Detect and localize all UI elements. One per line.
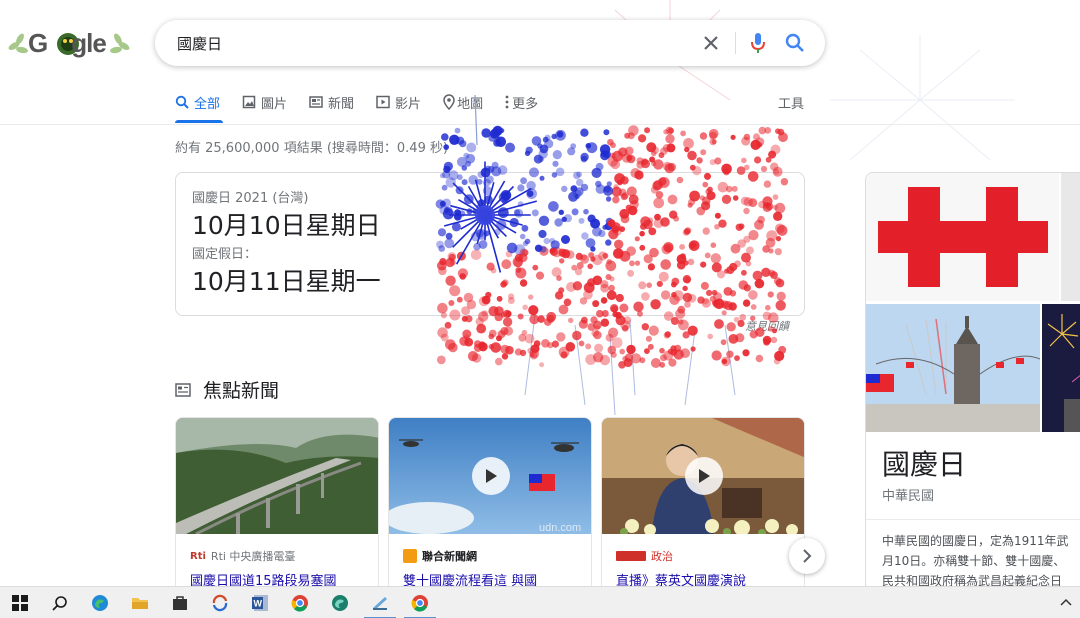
watermark-text: udn.com xyxy=(539,522,581,534)
map-pin-icon xyxy=(443,94,455,110)
search-icon xyxy=(52,595,67,611)
kp-image-double-ten[interactable] xyxy=(866,173,1059,301)
chrome-icon xyxy=(411,594,428,611)
kp-desc-line: 月10日。亦稱雙十節、雙十國慶、 xyxy=(882,554,1066,568)
more-vert-icon xyxy=(505,95,509,109)
kp-image-partial[interactable] xyxy=(1061,173,1080,301)
kp-image-fireworks[interactable] xyxy=(1042,304,1080,432)
sync-icon xyxy=(212,594,228,611)
taskbar-chrome[interactable] xyxy=(280,587,320,618)
news-source: 政治 xyxy=(616,548,673,564)
carousel-next-button[interactable] xyxy=(789,538,825,574)
udn-logo-icon xyxy=(403,549,417,563)
tab-images[interactable]: 圖片 xyxy=(242,90,287,114)
source-name: Rti 中央廣播電臺 xyxy=(210,550,296,563)
search-icon xyxy=(175,95,189,109)
observed-date: 10月11日星期一 xyxy=(192,267,381,296)
news-carousel: Rti Rti 中央廣播電臺 國慶日國道15路段易塞國 udn.com 聯合新聞… xyxy=(175,417,825,592)
windows-taskbar: W xyxy=(0,586,1080,618)
source-name: 政治 xyxy=(651,550,673,563)
news-thumbnail: udn.com xyxy=(389,418,591,534)
taskbar-word[interactable]: W xyxy=(240,587,280,618)
result-stats: 約有 25,600,000 項結果 (搜尋時間：0.49 秒) xyxy=(175,141,449,156)
observed-label: 國定假日： xyxy=(192,247,258,262)
video-icon xyxy=(376,95,390,109)
tab-more[interactable]: 更多 xyxy=(505,90,538,114)
svg-text:W: W xyxy=(254,598,263,608)
search-input[interactable] xyxy=(177,34,677,52)
rti-logo-icon: Rti xyxy=(190,550,206,562)
tray-expand-icon[interactable] xyxy=(1060,595,1072,609)
image-icon xyxy=(242,95,256,109)
search-box[interactable] xyxy=(155,20,825,66)
feedback-link[interactable]: 意見回饋 xyxy=(745,318,789,334)
google-doodle-logo[interactable]: Ggle xyxy=(6,26,136,60)
tab-label: 全部 xyxy=(194,96,221,112)
news-source: 聯合新聞網 xyxy=(403,548,477,564)
tab-label: 新聞 xyxy=(328,96,355,112)
search-tabs: 全部 圖片 新聞 影片 地圖 更多 xyxy=(175,90,805,124)
taskbar-app-notes[interactable] xyxy=(360,587,400,618)
search-divider xyxy=(735,32,736,54)
kp-title: 國慶日 xyxy=(882,448,967,481)
microphone-icon[interactable] xyxy=(746,31,770,55)
tab-videos[interactable]: 影片 xyxy=(376,90,421,114)
tabs-divider xyxy=(0,124,1080,125)
tab-label: 更多 xyxy=(512,96,539,112)
top-stories-heading: 焦點新聞 xyxy=(175,376,279,403)
chevron-right-icon xyxy=(803,549,812,563)
clear-icon[interactable] xyxy=(699,31,723,55)
holiday-heading: 國慶日 2021 (台灣) xyxy=(192,191,309,206)
firework-burst-bg-2 xyxy=(830,35,1015,161)
taskbar-file-explorer[interactable] xyxy=(120,587,160,618)
ftv-logo-icon xyxy=(616,551,646,561)
windows-icon xyxy=(12,594,28,611)
taskbar-store[interactable] xyxy=(160,587,200,618)
news-thumbnail xyxy=(602,418,804,534)
kp-subtitle: 中華民國 xyxy=(882,489,935,504)
news-card[interactable]: udn.com 聯合新聞網 雙十國慶流程看這 與國 xyxy=(388,417,592,592)
folder-icon xyxy=(132,597,148,609)
start-button[interactable] xyxy=(0,587,40,618)
edge-icon xyxy=(92,594,108,611)
news-card[interactable]: Rti Rti 中央廣播電臺 國慶日國道15路段易塞國 xyxy=(175,417,379,592)
tab-label: 影片 xyxy=(395,96,422,112)
kp-description: 中華民國的國慶日，定為1911年武 月10日。亦稱雙十節、雙十國慶、 民共和國政… xyxy=(882,531,1080,591)
notes-icon xyxy=(373,596,387,610)
store-icon xyxy=(173,595,187,610)
tools-button[interactable]: 工具 xyxy=(778,93,804,112)
section-title: 焦點新聞 xyxy=(203,380,280,402)
taskbar-search[interactable] xyxy=(40,587,80,618)
edge-beta-icon xyxy=(332,594,348,611)
kp-image-presidential-office[interactable] xyxy=(866,304,1040,432)
kp-desc-line: 中華民國的國慶日，定為1911年武 xyxy=(882,534,1069,548)
newspaper-icon xyxy=(175,382,191,397)
taskbar-edge-dev[interactable] xyxy=(320,587,360,618)
taskbar-chrome-active[interactable] xyxy=(400,587,440,618)
news-thumbnail xyxy=(176,418,378,534)
kp-divider xyxy=(866,519,1080,520)
tab-maps[interactable]: 地圖 xyxy=(443,90,483,114)
browser-page: { "logo": {"text_g": "G", "text_rest": "… xyxy=(0,0,1080,618)
tab-label: 圖片 xyxy=(261,96,288,112)
play-icon[interactable] xyxy=(685,457,723,495)
source-name: 聯合新聞網 xyxy=(422,550,477,563)
newspaper-icon xyxy=(309,96,323,108)
search-icon[interactable] xyxy=(783,31,807,55)
tab-label: 地圖 xyxy=(457,96,484,112)
logo-wordmark: Ggle xyxy=(28,27,107,58)
knowledge-panel: 國慶日 中華民國 中華民國的國慶日，定為1911年武 月10日。亦稱雙十節、雙十… xyxy=(865,172,1080,592)
word-icon: W xyxy=(252,594,268,611)
taskbar-edge[interactable] xyxy=(80,587,120,618)
tab-news[interactable]: 新聞 xyxy=(309,90,354,114)
chrome-icon xyxy=(291,594,308,611)
holiday-answer-card: 國慶日 2021 (台灣) 10月10日星期日 國定假日： 10月11日星期一 xyxy=(175,172,805,316)
taskbar-app-refresh[interactable] xyxy=(200,587,240,618)
news-card[interactable]: 政治 直播》蔡英文國慶演說 xyxy=(601,417,805,592)
tab-all[interactable]: 全部 xyxy=(175,90,224,123)
holiday-date: 10月10日星期日 xyxy=(192,211,381,240)
news-source: Rti Rti 中央廣播電臺 xyxy=(190,548,295,564)
play-icon[interactable] xyxy=(472,457,510,495)
